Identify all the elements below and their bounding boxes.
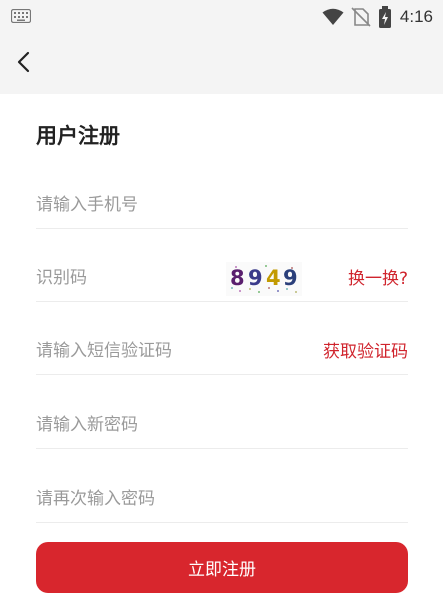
new-password-row (36, 401, 408, 449)
captcha-digit: 4 (266, 266, 281, 290)
captcha-image[interactable]: 8 9 4 9 (226, 262, 302, 296)
new-password-input[interactable] (36, 401, 286, 448)
sms-code-input[interactable] (36, 327, 286, 374)
status-icons: 4:16 (322, 6, 433, 28)
chevron-left-icon (17, 51, 30, 73)
get-code-button[interactable]: 获取验证码 (323, 337, 408, 362)
no-sim-icon (351, 7, 371, 27)
captcha-input[interactable] (36, 254, 216, 301)
status-bar: 4:16 (0, 0, 443, 32)
confirm-password-row (36, 475, 408, 523)
captcha-row: 8 9 4 9 换一换? (36, 254, 408, 302)
register-button[interactable]: 立即注册 (36, 542, 408, 593)
confirm-password-input[interactable] (36, 475, 286, 522)
keyboard-icon (11, 9, 31, 23)
app-bar (0, 32, 443, 94)
status-time: 4:16 (399, 7, 433, 26)
phone-row (36, 181, 408, 229)
battery-icon (378, 6, 391, 28)
captcha-digit: 9 (248, 266, 263, 290)
captcha-digit: 9 (283, 266, 298, 290)
page-title: 用户注册 (36, 124, 120, 148)
wifi-icon (322, 8, 344, 25)
register-card: 用户注册 8 9 4 9 换一换? 获取验证码 立即注 (0, 94, 443, 600)
sms-row: 获取验证码 (36, 327, 408, 375)
phone-input[interactable] (36, 181, 286, 228)
captcha-digit: 8 (230, 266, 245, 290)
refresh-captcha-link[interactable]: 换一换? (348, 264, 408, 289)
back-button[interactable] (10, 48, 38, 76)
